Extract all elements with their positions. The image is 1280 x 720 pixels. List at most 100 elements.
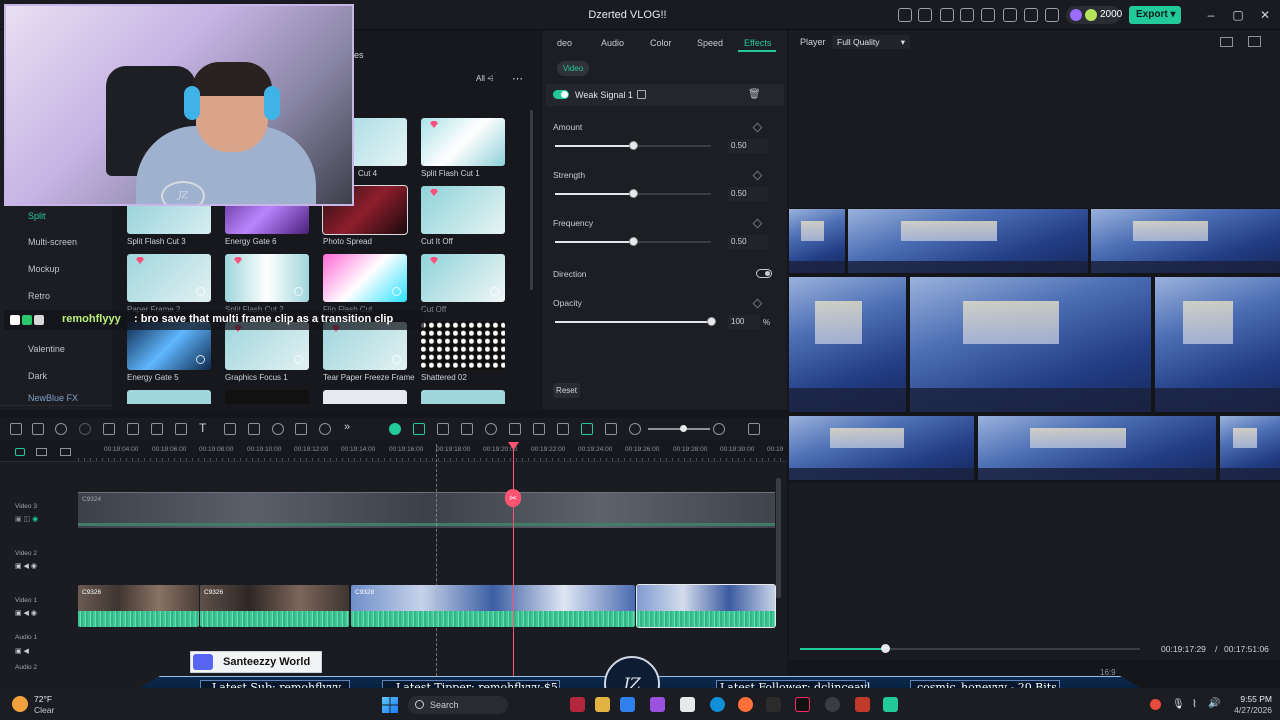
frequency-value[interactable]: 0.50 xyxy=(728,235,768,249)
playhead[interactable] xyxy=(513,444,514,676)
category-dark[interactable]: Dark xyxy=(28,371,47,381)
lightbulb-icon[interactable] xyxy=(940,8,954,22)
amount-slider[interactable] xyxy=(555,141,711,150)
download-icon[interactable] xyxy=(490,287,499,296)
maximize-icon[interactable]: ▢ xyxy=(1231,8,1245,22)
timer-icon[interactable] xyxy=(272,423,284,435)
text-tool-icon[interactable]: T xyxy=(199,421,206,435)
video-1-clip[interactable]: C9328 xyxy=(351,585,635,627)
replace-icon[interactable] xyxy=(605,423,617,435)
video-1-clip-selected[interactable] xyxy=(636,584,776,628)
marker-icon[interactable] xyxy=(509,423,521,435)
send-icon[interactable] xyxy=(918,8,932,22)
select-tool-icon[interactable] xyxy=(32,423,44,435)
effect-thumb-partial[interactable] xyxy=(127,390,211,404)
amount-value[interactable]: 0.50 xyxy=(728,139,768,153)
taskbar-date[interactable]: 4/27/2026 xyxy=(1212,705,1272,715)
library-tab-partial[interactable]: es xyxy=(354,50,364,60)
track-controls[interactable]: ▣ ◀ ◉ xyxy=(15,562,37,570)
tab-video[interactable]: deo xyxy=(557,38,572,48)
download-icon[interactable] xyxy=(1024,8,1038,22)
color-match-icon[interactable] xyxy=(295,423,307,435)
zoom-out-icon[interactable] xyxy=(629,423,641,435)
save-icon[interactable] xyxy=(981,8,995,22)
split-icon[interactable] xyxy=(127,423,139,435)
download-icon[interactable] xyxy=(196,287,205,296)
mic-icon[interactable] xyxy=(533,423,545,435)
slider-knob[interactable] xyxy=(707,317,716,326)
render-icon[interactable] xyxy=(461,423,473,435)
aspect-ratio-dropdown[interactable]: 16:9 xyxy=(1100,668,1116,677)
filmora-icon[interactable] xyxy=(883,697,898,712)
more-tools-icon[interactable]: » xyxy=(344,421,350,433)
firefox-icon[interactable] xyxy=(738,697,753,712)
zoom-knob[interactable] xyxy=(680,425,687,432)
filter-dropdown[interactable]: All ⩤ xyxy=(476,74,494,84)
track-controls[interactable]: ▣ ◀ xyxy=(15,647,29,655)
category-newblue-fx[interactable]: NewBlue FX xyxy=(28,393,78,403)
app-icon[interactable] xyxy=(825,697,840,712)
undo-icon[interactable] xyxy=(55,423,67,435)
apps-icon[interactable] xyxy=(1045,8,1059,22)
sub-tab-video[interactable]: Video xyxy=(557,61,589,76)
tab-effects[interactable]: Effects xyxy=(744,38,771,48)
file-explorer-icon[interactable] xyxy=(595,697,610,712)
gift-icon[interactable] xyxy=(898,8,912,22)
download-icon[interactable] xyxy=(294,355,303,364)
close-icon[interactable]: ✕ xyxy=(1258,8,1272,22)
frequency-slider[interactable] xyxy=(555,237,711,246)
strength-slider[interactable] xyxy=(555,189,711,198)
opacity-slider[interactable] xyxy=(555,317,716,326)
taskbar-time[interactable]: 9:55 PM xyxy=(1212,694,1272,704)
strength-value[interactable]: 0.50 xyxy=(728,187,768,201)
app-icon[interactable] xyxy=(680,697,695,712)
transform-icon[interactable] xyxy=(224,423,236,435)
mic-tray-icon[interactable]: 🎙 xyxy=(1172,699,1185,710)
track-controls[interactable]: ▣ ◫ ◉ xyxy=(15,515,38,523)
minimize-icon[interactable]: – xyxy=(1204,8,1218,22)
video-1-clip[interactable]: C9326 xyxy=(78,585,199,627)
zoom-in-icon[interactable] xyxy=(713,423,725,435)
snapshot-icon[interactable] xyxy=(1248,36,1261,47)
zoom-slider[interactable] xyxy=(648,428,710,430)
more-options-icon[interactable]: ⋯ xyxy=(512,72,523,85)
trash-icon[interactable]: 🗑 xyxy=(748,89,761,100)
export-button[interactable]: Export ▾ xyxy=(1129,6,1181,24)
slider-knob[interactable] xyxy=(629,141,638,150)
edge-icon[interactable] xyxy=(710,697,725,712)
effect-thumb-partial[interactable] xyxy=(421,390,505,404)
rotate-icon[interactable] xyxy=(248,423,260,435)
app-icon[interactable] xyxy=(620,697,635,712)
category-multi-screen[interactable]: Multi-screen xyxy=(28,237,77,247)
library-scrollbar[interactable] xyxy=(530,110,533,290)
opacity-value[interactable]: 100 xyxy=(728,315,760,329)
tab-speed[interactable]: Speed xyxy=(697,38,723,48)
slider-knob[interactable] xyxy=(629,237,638,246)
app-icon[interactable] xyxy=(650,697,665,712)
redo-icon[interactable] xyxy=(79,423,91,435)
timeline-scrollbar[interactable] xyxy=(776,478,781,598)
download-icon[interactable] xyxy=(196,355,205,364)
playback-progress-knob[interactable] xyxy=(881,644,890,653)
layout-icon[interactable] xyxy=(10,423,22,435)
category-retro[interactable]: Retro xyxy=(28,291,50,301)
ai-tool-icon[interactable] xyxy=(319,423,331,435)
app-icon[interactable] xyxy=(766,697,781,712)
reset-button[interactable]: Reset xyxy=(553,383,580,398)
quality-dropdown[interactable]: Full Quality ▾ xyxy=(832,35,910,49)
effect-thumb-partial[interactable] xyxy=(225,390,309,404)
credits-badge[interactable]: 2000 xyxy=(1066,6,1122,24)
direction-toggle[interactable] xyxy=(756,269,772,278)
play-preview-icon[interactable] xyxy=(485,423,497,435)
download-icon[interactable] xyxy=(392,355,401,364)
voiceover-icon[interactable] xyxy=(557,423,569,435)
tab-audio[interactable]: Audio xyxy=(601,38,624,48)
download-icon[interactable] xyxy=(392,287,401,296)
video-1-clip[interactable]: C9326 xyxy=(200,585,349,627)
category-split[interactable]: Split xyxy=(28,211,46,221)
delete-icon[interactable] xyxy=(103,423,115,435)
taskbar-search[interactable]: Search xyxy=(408,696,508,714)
link-tracks-icon[interactable] xyxy=(15,448,25,456)
track-settings-icon[interactable] xyxy=(60,448,71,456)
cloud-icon[interactable] xyxy=(1003,8,1017,22)
